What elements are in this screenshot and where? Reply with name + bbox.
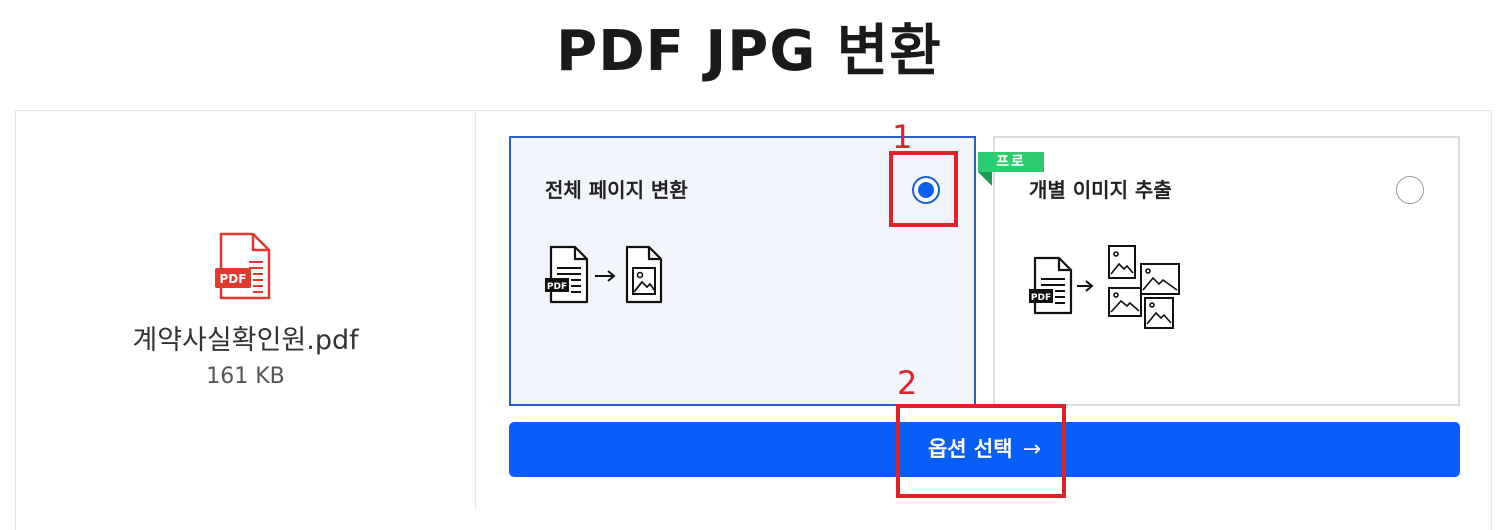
annotation-box-2 bbox=[896, 404, 1066, 498]
annotation-number-1: 1 bbox=[892, 118, 913, 156]
pro-badge: 프로 bbox=[978, 152, 1044, 172]
annotation-box-1 bbox=[889, 151, 958, 227]
option-extract-images[interactable]: 개별 이미지 추출 PDF bbox=[993, 136, 1460, 406]
page-title: PDF JPG 변환 bbox=[556, 19, 942, 84]
file-size: 161 KB bbox=[206, 364, 285, 389]
radio-unselected-icon[interactable] bbox=[1396, 176, 1424, 204]
pro-badge-fold bbox=[978, 172, 992, 186]
pdf-file-icon: PDF bbox=[215, 232, 271, 300]
annotation-number-2: 2 bbox=[897, 364, 918, 402]
option-label: 개별 이미지 추출 bbox=[1029, 178, 1172, 202]
file-panel: PDF 계약사실확인원.pdf 161 KB bbox=[15, 110, 476, 510]
pdf-mini-badge: PDF bbox=[1031, 293, 1051, 303]
pdf-badge-text: PDF bbox=[220, 272, 247, 286]
pdf-to-image-icon: PDF bbox=[545, 245, 663, 304]
extract-images-icon: PDF bbox=[1029, 245, 1180, 329]
file-name: 계약사실확인원.pdf bbox=[132, 325, 359, 356]
option-label: 전체 페이지 변환 bbox=[545, 178, 688, 202]
pdf-mini-badge: PDF bbox=[547, 282, 567, 292]
